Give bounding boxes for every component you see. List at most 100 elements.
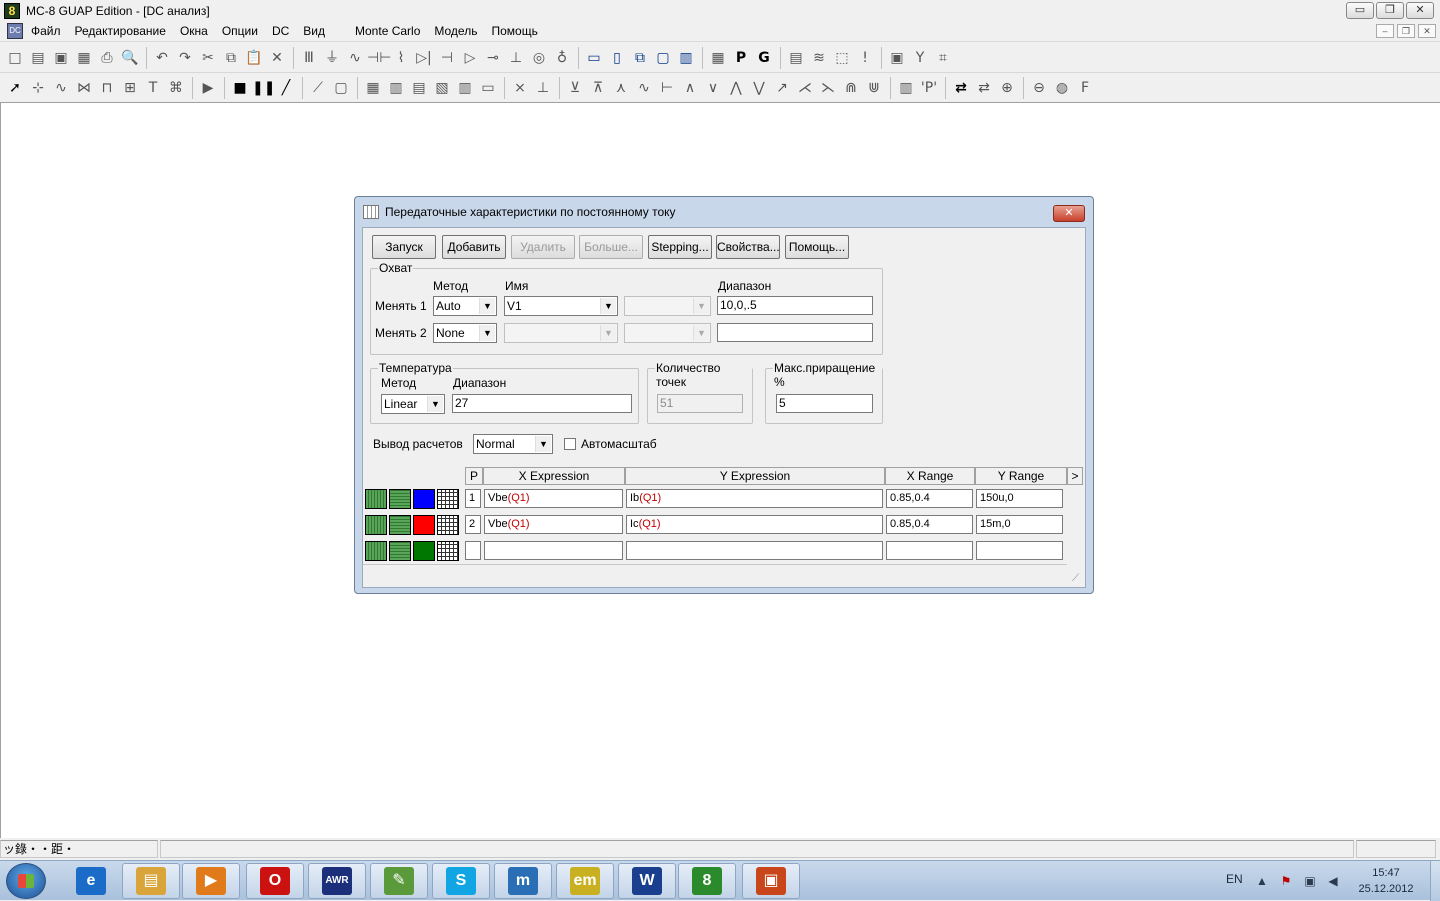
text-mode-icon[interactable]: ⊓ <box>96 77 118 99</box>
box-icon[interactable]: ▦ <box>362 77 384 99</box>
fill-style-swatch[interactable] <box>389 489 411 509</box>
line-style-swatch[interactable] <box>365 489 387 509</box>
opamp-icon[interactable]: ▷ <box>459 47 481 69</box>
grid-style-swatch[interactable] <box>437 489 459 509</box>
menu-view[interactable]: Вид <box>303 24 325 38</box>
inflection-icon[interactable]: ⋌ <box>794 77 816 99</box>
variable-2-name-select[interactable]: ▼ <box>504 323 618 343</box>
flag-icon[interactable]: ⚑ <box>1279 874 1293 888</box>
f-icon[interactable] <box>1097 77 1119 99</box>
taskbar-app-word[interactable]: W <box>618 863 676 899</box>
diode-icon[interactable]: ▷| <box>413 47 435 69</box>
capacitor-icon[interactable]: ⊣⊢ <box>367 47 391 69</box>
plot-number-cell[interactable]: 2 <box>465 515 481 534</box>
hi-icon[interactable]: ∨ <box>702 77 724 99</box>
grid-icon[interactable]: ▥ <box>385 77 407 99</box>
global-high-icon[interactable]: ⋋ <box>817 77 839 99</box>
global-low-icon[interactable]: ⋒ <box>840 77 862 99</box>
save-all-icon[interactable]: ▦ <box>73 47 95 69</box>
grid-style-swatch[interactable] <box>437 541 459 561</box>
y-expression-input[interactable] <box>626 541 883 560</box>
tray-expand-icon[interactable]: ▲ <box>1255 874 1269 888</box>
line-style-swatch[interactable] <box>365 515 387 535</box>
line-style-swatch[interactable] <box>365 541 387 561</box>
delete-button[interactable]: Удалить <box>511 235 575 259</box>
color-swatch[interactable] <box>413 489 435 509</box>
paste-icon[interactable]: 📋 <box>243 47 265 69</box>
autoscale-checkbox[interactable] <box>564 438 576 450</box>
y-expression-input[interactable]: Ib(Q1) <box>626 489 883 508</box>
dialog-close-button[interactable]: ✕ <box>1053 205 1085 222</box>
transistor-icon[interactable]: ⊣ <box>436 47 458 69</box>
plot-number-cell[interactable]: 1 <box>465 489 481 508</box>
y-range-input[interactable] <box>976 541 1063 560</box>
table-icon[interactable]: 'P' <box>918 77 940 99</box>
run-icon[interactable]: ■ <box>229 77 251 99</box>
document-icon[interactable]: DC <box>7 23 23 39</box>
y-range-input[interactable]: 15m,0 <box>976 515 1063 534</box>
variable-1-range-input[interactable]: 10,0,.5 <box>717 296 873 315</box>
cascade-icon[interactable]: ⧉ <box>629 47 651 69</box>
undo-icon[interactable]: ↶ <box>151 47 173 69</box>
taskbar-app-opera[interactable]: O <box>246 863 304 899</box>
save-icon[interactable]: ▣ <box>50 47 72 69</box>
tile-icon[interactable]: ▥ <box>675 47 697 69</box>
x-range-input[interactable] <box>886 541 973 560</box>
clock[interactable]: 15:47 25.12.2012 <box>1350 865 1422 897</box>
menu-model[interactable]: Модель <box>434 24 477 38</box>
taskbar-app-media-player[interactable]: ▶ <box>182 863 240 899</box>
taskbar-app-mathcad[interactable]: m <box>494 863 552 899</box>
top-icon[interactable]: ⋓ <box>863 77 885 99</box>
line-icon[interactable]: ⟋ <box>307 77 329 99</box>
stop-icon[interactable]: ❚❚ <box>252 77 275 99</box>
ground-icon[interactable]: ⏚ <box>321 47 343 69</box>
diagonal-icon[interactable]: ▢ <box>330 77 352 99</box>
dropdown-arrow-icon[interactable]: ▼ <box>535 436 551 452</box>
menu-edit[interactable]: Редактирование <box>75 24 166 38</box>
vbars-icon[interactable]: ▭ <box>477 77 499 99</box>
g-icon[interactable]: G <box>753 47 775 69</box>
zoom-in-icon[interactable]: ⊖ <box>1028 77 1050 99</box>
taskbar-app-skype[interactable]: S <box>432 863 490 899</box>
slope-icon[interactable]: ∿ <box>633 77 655 99</box>
taskbar-app-notepad[interactable]: ✎ <box>370 863 428 899</box>
p-icon[interactable]: P <box>730 47 752 69</box>
dropdown-arrow-icon[interactable]: ▼ <box>693 298 709 314</box>
mdi-minimize-button[interactable]: – <box>1376 24 1394 38</box>
network-icon[interactable]: ▣ <box>1303 874 1317 888</box>
switch-icon[interactable]: ⊸ <box>482 47 504 69</box>
battery-icon[interactable]: ⊥ <box>505 47 527 69</box>
redo-icon[interactable]: ↷ <box>174 47 196 69</box>
cut-icon[interactable]: ✂ <box>197 47 219 69</box>
info-icon[interactable]: ! <box>854 47 876 69</box>
output-select[interactable]: Normal ▼ <box>473 434 553 454</box>
taskbar-app-em[interactable]: em <box>556 863 614 899</box>
cursor-icon[interactable]: ⊻ <box>564 77 586 99</box>
taskbar-app-awr[interactable]: AWR <box>308 863 366 899</box>
x-expression-input[interactable]: Vbe(Q1) <box>484 489 623 508</box>
x-expression-input[interactable]: Vbe(Q1) <box>484 515 623 534</box>
variable-2-extra-select[interactable]: ▼ <box>624 323 711 343</box>
column-header-y-range[interactable]: Y Range <box>975 467 1067 485</box>
variable-1-extra-select[interactable]: ▼ <box>624 296 711 316</box>
max-icon[interactable]: ⋁ <box>748 77 770 99</box>
vertical-icon[interactable]: ∧ <box>679 77 701 99</box>
variable-2-method-select[interactable]: None ▼ <box>433 323 497 343</box>
x-range-input[interactable]: 0.85,0.4 <box>886 489 973 508</box>
tile-icon[interactable]: T <box>142 77 164 99</box>
language-indicator[interactable]: EN <box>1226 872 1243 886</box>
open-file-icon[interactable]: ▤ <box>27 47 49 69</box>
label-icon[interactable]: Y <box>909 47 931 69</box>
wire-mode-icon[interactable]: ∿ <box>50 77 72 99</box>
scope-icon[interactable]: ▣ <box>886 47 908 69</box>
cross-icon[interactable]: ⊥ <box>532 77 554 99</box>
y-expression-input[interactable]: Ic(Q1) <box>626 515 883 534</box>
column-header-x-expression[interactable]: X Expression <box>483 467 625 485</box>
help-button[interactable]: Помощь... <box>785 235 849 259</box>
select-arrow-icon[interactable]: ➚ <box>4 77 26 99</box>
properties-icon[interactable]: ▶ <box>197 77 219 99</box>
dropdown-arrow-icon[interactable]: ▼ <box>479 298 495 314</box>
dropdown-arrow-icon[interactable]: ▼ <box>600 298 616 314</box>
fill-style-swatch[interactable] <box>389 541 411 561</box>
plot-number-cell[interactable] <box>465 541 481 560</box>
